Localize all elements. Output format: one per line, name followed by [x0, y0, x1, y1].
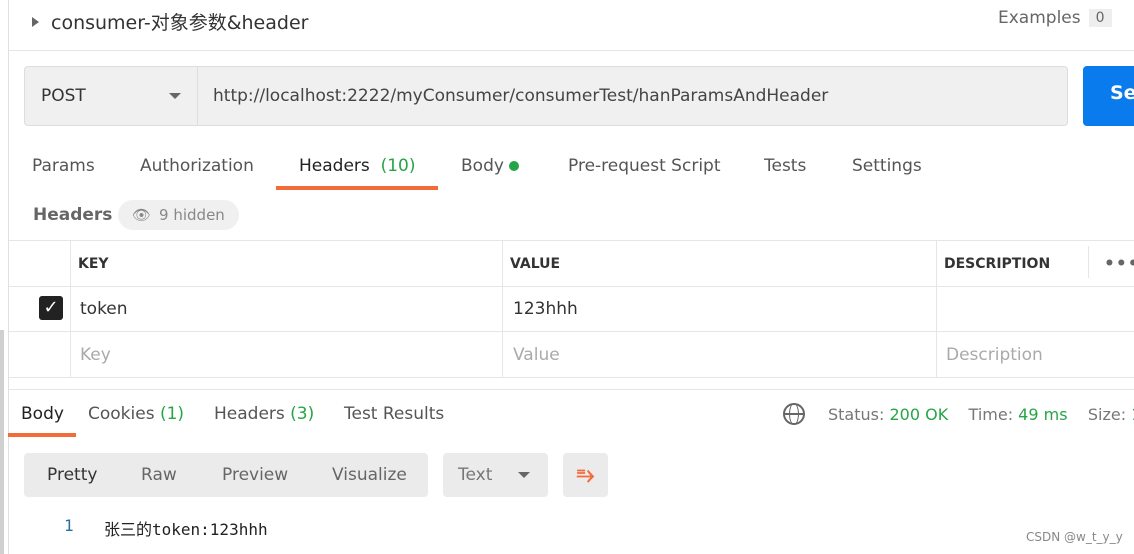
examples-label: Examples — [998, 8, 1081, 28]
chevron-down-icon — [518, 472, 531, 478]
eye-icon: 👁 — [132, 206, 152, 224]
status-value: 200 OK — [889, 405, 949, 424]
tab-pre-request-script[interactable]: Pre-request Script — [568, 156, 721, 176]
tab-body[interactable]: Body — [461, 156, 520, 176]
method-value: POST — [41, 86, 86, 106]
tab-tests[interactable]: Tests — [764, 156, 806, 176]
new-value-input[interactable]: Value — [505, 332, 560, 377]
size-label: Size: — [1087, 405, 1127, 424]
hidden-headers-toggle[interactable]: 👁 9 hidden — [118, 200, 239, 230]
more-options-icon[interactable]: ••• — [1096, 241, 1134, 286]
response-tab-headers[interactable]: Headers (3) — [214, 404, 314, 424]
active-tab-indicator — [8, 433, 76, 437]
response-tab-body[interactable]: Body — [21, 404, 64, 424]
format-value: Text — [458, 465, 493, 485]
new-description-input[interactable]: Description — [938, 332, 1043, 377]
headers-title: Headers — [33, 205, 113, 225]
view-raw[interactable]: Raw — [141, 465, 177, 485]
divider — [9, 389, 1134, 390]
tab-label: Body — [461, 156, 504, 176]
scrollbar[interactable] — [0, 330, 4, 554]
tab-headers[interactable]: Headers (10) — [299, 156, 415, 176]
examples-button[interactable]: Examples 0 — [998, 8, 1112, 28]
request-name: consumer-对象参数&header — [51, 12, 309, 34]
url-input[interactable]: http://localhost:2222/myConsumer/consume… — [198, 66, 1068, 126]
response-body-line: 张三的token:123hhh — [104, 520, 268, 539]
tab-count: (1) — [159, 404, 185, 424]
tab-params[interactable]: Params — [32, 156, 95, 176]
column-header-key: KEY — [78, 255, 109, 272]
header-key-input[interactable]: token — [72, 287, 128, 331]
url-value: http://localhost:2222/myConsumer/consume… — [213, 86, 829, 106]
column-divider — [1088, 246, 1089, 278]
request-title[interactable]: consumer-对象参数&header — [32, 8, 308, 35]
view-preview[interactable]: Preview — [222, 465, 288, 485]
tab-label: Cookies — [88, 404, 155, 424]
tab-label: Headers — [214, 404, 285, 424]
expand-icon[interactable] — [32, 16, 39, 27]
column-header-description: DESCRIPTION — [944, 255, 1051, 272]
tab-label: Headers — [299, 156, 370, 176]
view-visualize[interactable]: Visualize — [332, 465, 407, 485]
chevron-down-icon — [169, 93, 181, 99]
column-header-value: VALUE — [510, 255, 561, 272]
tab-authorization[interactable]: Authorization — [140, 156, 254, 176]
divider — [9, 50, 1134, 51]
response-tab-test-results[interactable]: Test Results — [344, 404, 444, 424]
time-label: Time: — [968, 405, 1014, 424]
send-button[interactable]: Se — [1083, 66, 1134, 126]
header-description-input[interactable] — [938, 287, 1088, 331]
active-tab-indicator — [276, 186, 438, 190]
header-enabled-checkbox[interactable]: ✓ — [39, 296, 63, 320]
view-pretty[interactable]: Pretty — [47, 465, 97, 485]
tab-count: (3) — [290, 404, 315, 424]
examples-count: 0 — [1088, 9, 1112, 27]
divider — [8, 0, 9, 554]
tab-settings[interactable]: Settings — [852, 156, 922, 176]
method-select[interactable]: POST — [24, 66, 198, 126]
globe-icon[interactable] — [783, 403, 805, 425]
time-value: 49 ms — [1018, 405, 1068, 424]
hidden-count: 9 hidden — [159, 206, 225, 224]
header-value-input[interactable]: 123hhh — [505, 287, 578, 331]
watermark: CSDN @w_t_y_y — [1026, 530, 1123, 544]
response-tab-cookies[interactable]: Cookies (1) — [88, 404, 184, 424]
wrap-lines-icon[interactable]: ⥱ — [563, 453, 608, 497]
new-key-input[interactable]: Key — [72, 332, 111, 377]
tab-count: (10) — [380, 156, 416, 176]
response-meta: Status: 200 OK Time: 49 ms Size: 1 — [828, 405, 1134, 424]
modified-dot-icon — [509, 161, 520, 171]
status-label: Status: — [828, 405, 885, 424]
format-select[interactable]: Text — [443, 453, 548, 497]
view-mode-group: Pretty Raw Preview Visualize — [24, 453, 428, 497]
line-number: 1 — [64, 516, 74, 535]
table-border — [9, 377, 1134, 378]
